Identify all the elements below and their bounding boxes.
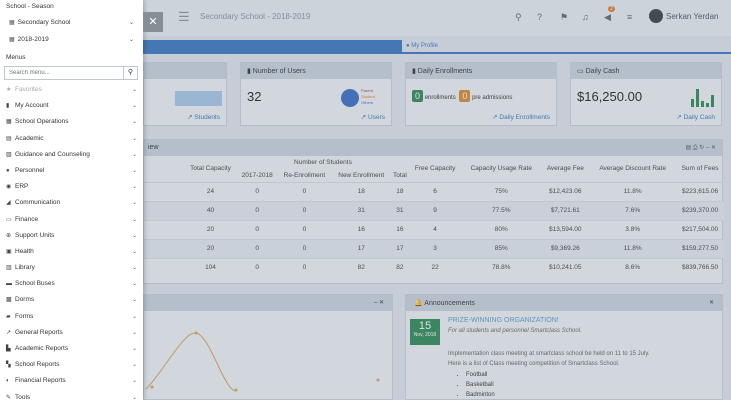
sidebar-item-label: Support Units <box>15 231 55 239</box>
sidebar-item-finance[interactable]: ▭ Finance ⌄ <box>0 212 143 228</box>
sidebar-item-favorites[interactable]: ★ Favorites ⌄ <box>0 82 143 98</box>
chevron-down-icon: ⌄ <box>131 167 137 174</box>
sidebar-item-personnel[interactable]: ● Personnel ⌄ <box>0 163 143 179</box>
communication-icon: ◢ <box>6 200 11 207</box>
sidebar-item-label: Guidance and Counseling <box>15 150 90 158</box>
chevron-down-icon: ⌄ <box>131 346 137 352</box>
chevron-down-icon: ⌄ <box>131 119 137 126</box>
sidebar-item-guidance-and-counseling[interactable]: ▧ Guidance and Counseling ⌄ <box>0 147 143 163</box>
sidebar-item-label: School Buses <box>15 280 55 288</box>
chevron-down-icon: ⌄ <box>128 20 134 26</box>
health-icon: ▣ <box>6 248 12 255</box>
sidebar-item-label: Communication <box>15 199 61 207</box>
chevron-down-icon: ⌄ <box>131 248 137 255</box>
sidebar-item-label: Library <box>15 264 35 272</box>
sidebar-item-tools[interactable]: ✎ Tools ⌄ <box>0 390 143 400</box>
sidebar-item-financial-reports[interactable]: ◐ Financial Reports ⌄ <box>0 373 143 389</box>
sidebar-item-communication[interactable]: ◢ Communication ⌄ <box>0 195 143 211</box>
school-reports-icon: ▚ <box>6 362 11 369</box>
season-select[interactable]: ▦ 2018-2019 ⌄ <box>4 33 138 47</box>
personnel-icon: ● <box>6 167 10 174</box>
sidebar-item-label: General Reports <box>15 328 63 336</box>
sidebar-item-health[interactable]: ▣ Health ⌄ <box>0 244 143 260</box>
sidebar-item-general-reports[interactable]: ↗ General Reports ⌄ <box>0 325 143 341</box>
star-icon: ★ <box>6 87 12 93</box>
academic-icon: ▤ <box>6 135 12 142</box>
sidebar-drawer: School - Season ▦ Secondary School ⌄ ▦ 201… <box>0 0 143 400</box>
sidebar-item-label: Academic <box>15 134 44 142</box>
sidebar-item-label: ERP <box>15 183 29 191</box>
sidebar-item-forms[interactable]: ▰ Forms ⌄ <box>0 309 143 325</box>
financial-reports-icon: ◐ <box>6 378 10 385</box>
library-icon: ▥ <box>6 265 12 272</box>
sidebar-item-my-account[interactable]: ▮ My Account ⌄ <box>0 98 143 114</box>
sidebar-item-school-reports[interactable]: ▚ School Reports ⌄ <box>0 357 143 373</box>
sidebar-item-library[interactable]: ▥ Library ⌄ <box>0 260 143 276</box>
sidebar-item-support-units[interactable]: ⊕ Support Units ⌄ <box>0 228 143 244</box>
support-icon: ⊕ <box>6 232 12 239</box>
general-reports-icon: ↗ <box>6 329 12 336</box>
school-icon: ▦ <box>6 119 12 126</box>
sidebar-item-label: School Operations <box>15 118 69 126</box>
chevron-down-icon: ⌄ <box>131 313 137 320</box>
school-select[interactable]: ▦ Secondary School ⌄ <box>4 16 138 30</box>
sidebar-item-school-operations[interactable]: ▦ School Operations ⌄ <box>0 114 143 130</box>
chevron-down-icon: ⌄ <box>131 265 137 272</box>
sidebar-item-erp[interactable]: ◉ ERP ⌄ <box>0 179 143 195</box>
chevron-down-icon: ⌄ <box>128 37 134 43</box>
sidebar-item-label: Finance <box>15 215 39 223</box>
sidebar-item-label: Personnel <box>15 166 45 174</box>
chevron-down-icon: ⌄ <box>131 394 137 400</box>
finance-icon: ▭ <box>6 216 12 223</box>
chevron-down-icon: ⌄ <box>131 378 137 385</box>
season-select-value: 2018-2019 <box>17 36 49 43</box>
sidebar-item-academic[interactable]: ▤ Academic ⌄ <box>0 131 143 147</box>
school-season-label: School - Season <box>6 3 54 10</box>
modal-backdrop[interactable] <box>143 0 731 400</box>
sidebar-menu: ★ Favorites ⌄ ▮ My Account ⌄ ▦ School Operation… <box>0 82 143 400</box>
sidebar-item-dorms[interactable]: ▩ Dorms ⌄ <box>0 292 143 308</box>
forms-icon: ▰ <box>6 313 11 320</box>
chevron-down-icon: ⌄ <box>131 216 137 223</box>
chevron-down-icon: ⌄ <box>131 200 137 207</box>
sidebar-item-label: Dorms <box>15 296 35 304</box>
sidebar-item-academic-reports[interactable]: ▙ Academic Reports ⌄ <box>0 341 143 357</box>
sidebar-item-label: Health <box>15 247 34 255</box>
school-icon: ▦ <box>9 20 15 26</box>
chevron-down-icon: ⌄ <box>131 87 137 93</box>
search-icon[interactable]: ⚲ <box>123 67 137 79</box>
sidebar-item-label: Financial Reports <box>15 377 66 385</box>
chevron-down-icon: ⌄ <box>131 151 137 158</box>
sidebar-item-label: My Account <box>15 102 49 110</box>
academic-reports-icon: ▙ <box>6 346 11 352</box>
chevron-down-icon: ⌄ <box>131 135 137 142</box>
chevron-down-icon: ⌄ <box>131 281 137 288</box>
guidance-icon: ▧ <box>6 151 12 158</box>
chevron-down-icon: ⌄ <box>131 103 137 110</box>
sidebar-item-school-buses[interactable]: ▬ School Buses ⌄ <box>0 276 143 292</box>
bus-icon: ▬ <box>6 281 12 288</box>
tools-icon: ✎ <box>6 394 12 400</box>
sidebar-item-label: Forms <box>15 312 34 320</box>
chevron-down-icon: ⌄ <box>131 297 137 304</box>
sidebar-item-label: School Reports <box>15 361 60 369</box>
menu-search: ⚲ <box>4 66 138 80</box>
chevron-down-icon: ⌄ <box>131 184 137 191</box>
sidebar-item-label: Tools <box>15 393 31 400</box>
user-icon: ▮ <box>6 103 10 110</box>
erp-icon: ◉ <box>6 184 12 191</box>
sidebar-item-label: Academic Reports <box>15 345 69 352</box>
sidebar-item-label: Favorites <box>15 86 42 93</box>
school-select-value: Secondary School <box>17 19 71 26</box>
menu-search-input[interactable] <box>5 67 119 79</box>
dorm-icon: ▩ <box>6 297 12 304</box>
close-icon[interactable]: ✕ <box>143 12 163 32</box>
chevron-down-icon: ⌄ <box>131 362 137 369</box>
calendar-icon: ▦ <box>9 37 15 43</box>
chevron-down-icon: ⌄ <box>131 232 137 239</box>
menus-label: Menus <box>6 54 26 61</box>
chevron-down-icon: ⌄ <box>131 329 137 336</box>
